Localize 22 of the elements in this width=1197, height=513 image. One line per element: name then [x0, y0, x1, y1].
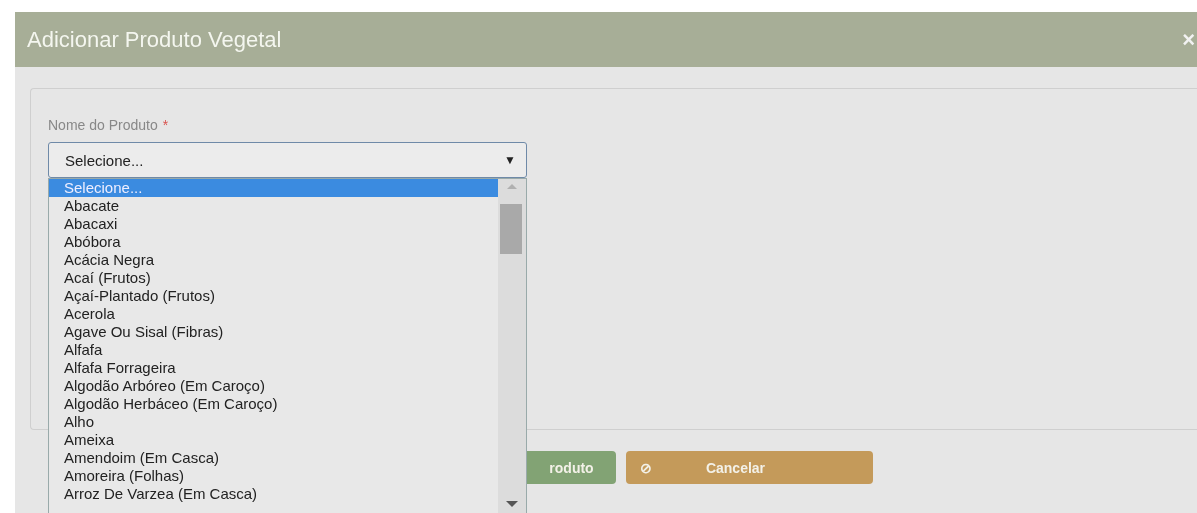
dropdown-option[interactable]: Acácia Negra [49, 251, 498, 269]
required-mark: * [162, 117, 169, 133]
scrollbar[interactable] [498, 179, 526, 513]
dropdown-option[interactable]: Alfafa [49, 341, 498, 359]
dropdown-option[interactable]: Amendoim (Em Casca) [49, 449, 498, 467]
dropdown-option[interactable]: Açaí-Plantado (Frutos) [49, 287, 498, 305]
dropdown-option[interactable]: Arroz De Varzea (Em Casca) [49, 485, 498, 503]
dropdown-option[interactable]: Abacate [49, 197, 498, 215]
dropdown-option[interactable]: Agave Ou Sisal (Fibras) [49, 323, 498, 341]
dropdown-option[interactable]: Alho [49, 413, 498, 431]
dropdown-option[interactable]: Abacaxi [49, 215, 498, 233]
field-label: Nome do Produto [48, 117, 158, 133]
dropdown-option[interactable]: Alfafa Forrageira [49, 359, 498, 377]
dropdown-option[interactable]: Ameixa [49, 431, 498, 449]
dropdown-option[interactable]: Algodão Arbóreo (Em Caroço) [49, 377, 498, 395]
dropdown-option[interactable]: Algodão Herbáceo (Em Caroço) [49, 395, 498, 413]
dropdown-option[interactable]: Acaí (Frutos) [49, 269, 498, 287]
product-select[interactable]: Selecione... ▼ [48, 142, 527, 178]
dropdown-option[interactable]: Amoreira (Folhas) [49, 467, 498, 485]
dialog-title: Adicionar Produto Vegetal [27, 26, 282, 53]
dropdown-option[interactable]: Acerola [49, 305, 498, 323]
dropdown-option[interactable]: Abóbora [49, 233, 498, 251]
